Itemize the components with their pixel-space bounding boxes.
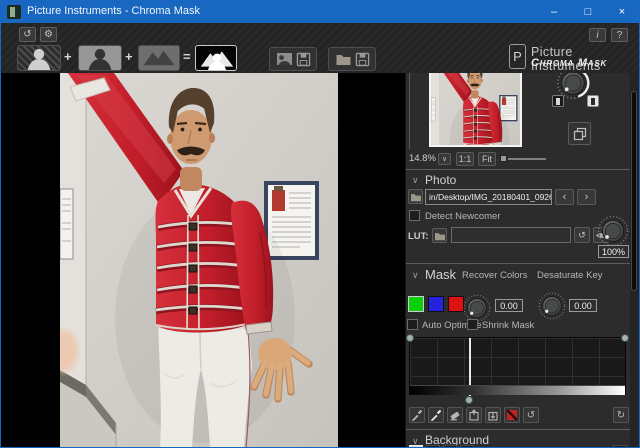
curve-marker-handle[interactable] <box>465 396 473 404</box>
lut-label: LUT: <box>408 231 429 242</box>
divider <box>406 429 630 430</box>
layers-icon <box>573 127 587 141</box>
divider <box>406 263 630 264</box>
mask-store-button[interactable] <box>466 407 482 423</box>
eyedropper-icon <box>411 409 423 421</box>
lut-reset-button[interactable]: ↺ <box>574 227 590 243</box>
curve-handle-right[interactable] <box>621 334 629 342</box>
photo-folder-button[interactable] <box>408 189 423 204</box>
titlebar[interactable]: Picture Instruments - Chroma Mask – □ × <box>1 1 639 23</box>
clear-key-color-button[interactable] <box>504 407 520 423</box>
eraser-icon <box>449 409 461 421</box>
photo-path-field[interactable]: in/Desktop/IMG_20180401_092657.jpg <box>425 189 552 205</box>
photo-collapse-chevron-icon[interactable]: ∨ <box>412 175 419 186</box>
zoom-actual-size-button[interactable]: 1:1 <box>456 152 474 166</box>
mask-view-dark-toggle[interactable] <box>552 95 564 107</box>
zoom-dropdown-button[interactable]: ∨ <box>438 153 451 165</box>
zoom-slider-track[interactable] <box>508 158 546 160</box>
pick-color-eyedropper-button[interactable] <box>409 407 425 423</box>
mask-curve-editor[interactable] <box>409 337 626 395</box>
window-title: Picture Instruments - Chroma Mask <box>27 5 200 17</box>
auto-optimize-checkbox[interactable] <box>407 319 418 330</box>
background-image-icon-button[interactable] <box>138 45 180 71</box>
masked-subject-icon-button[interactable] <box>17 45 61 71</box>
mask-collapse-chevron-icon[interactable]: ∨ <box>412 270 419 281</box>
info-button[interactable]: i <box>589 28 606 42</box>
save-image-button[interactable] <box>269 47 317 71</box>
detect-newcomer-checkbox[interactable] <box>409 210 420 221</box>
navigator-thumbnail[interactable] <box>429 73 522 147</box>
maximize-button[interactable]: □ <box>571 1 605 23</box>
lut-folder-button[interactable] <box>432 228 447 243</box>
key-color-green-swatch[interactable] <box>408 296 424 312</box>
preview-edge-line <box>409 73 410 149</box>
light-toggle-glyph <box>591 98 595 105</box>
thumbnail-image <box>431 73 522 147</box>
app-icon <box>7 5 21 19</box>
batch-save-button[interactable] <box>328 47 376 71</box>
recover-colors-label: Recover Colors <box>462 270 527 281</box>
zoom-fit-button[interactable]: Fit <box>478 152 496 166</box>
logo-mark: P <box>509 44 526 69</box>
luminance-gradient-strip[interactable] <box>410 385 625 395</box>
reload-mask-button[interactable]: ↻ <box>613 407 629 423</box>
zoom-percent-value: 14.8% <box>409 153 436 164</box>
control-panel: 14.8% ∨ 1:1 Fit ∨ Photo in/Desktop/IMG_2… <box>405 73 639 448</box>
photo-illustration <box>60 73 338 448</box>
image-canvas[interactable] <box>1 73 405 448</box>
dark-toggle-glyph <box>556 98 560 105</box>
photo-of-wax-figure[interactable] <box>60 73 338 448</box>
plus-separator-2: + <box>125 49 133 64</box>
undo-button[interactable]: ↺ <box>19 27 36 42</box>
curve-handle-left[interactable] <box>406 334 414 342</box>
panel-scrollbar-thumb[interactable] <box>631 91 637 291</box>
lut-strength-knob[interactable] <box>596 214 630 248</box>
lut-strength-value[interactable]: 100% <box>598 245 629 258</box>
zoom-slider-handle[interactable] <box>500 155 507 162</box>
composite-result-icon-button[interactable] <box>195 45 237 71</box>
divider <box>406 169 630 170</box>
settings-gear-button[interactable]: ⚙ <box>40 27 57 42</box>
next-photo-button[interactable]: › <box>577 189 596 205</box>
logo-product: Chroma Mask <box>531 57 607 69</box>
desaturate-key-value[interactable]: 0.00 <box>569 299 597 312</box>
eyedropper-plus-icon <box>430 409 442 421</box>
eraser-button[interactable] <box>447 407 463 423</box>
desaturate-key-knob[interactable] <box>537 291 567 321</box>
mask-reset-button[interactable]: ↺ <box>523 407 539 423</box>
photo-section-header[interactable]: Photo <box>425 173 456 187</box>
duplicate-view-button[interactable] <box>568 122 591 145</box>
shrink-mask-checkbox[interactable] <box>467 319 478 330</box>
detect-newcomer-label: Detect Newcomer <box>425 211 501 222</box>
help-button[interactable]: ? <box>611 28 628 42</box>
box-arrow-down-icon <box>487 409 499 421</box>
plus-separator: + <box>64 49 72 64</box>
recover-colors-value[interactable]: 0.00 <box>495 299 523 312</box>
desaturate-key-label: Desaturate Key <box>537 270 602 281</box>
source-photo-icon-button[interactable] <box>78 45 122 71</box>
panel-scrollbar[interactable] <box>630 73 639 448</box>
previous-photo-button[interactable]: ‹ <box>555 189 574 205</box>
mask-section-header[interactable]: Mask <box>425 267 456 282</box>
lut-path-field[interactable] <box>451 227 571 243</box>
close-button[interactable]: × <box>605 1 639 23</box>
minimize-button[interactable]: – <box>537 1 571 23</box>
red-slashed-icon <box>507 410 517 420</box>
add-color-eyedropper-button[interactable] <box>428 407 444 423</box>
shrink-mask-label: Shrink Mask <box>482 320 534 331</box>
equals-separator: = <box>183 49 191 64</box>
mask-recall-button[interactable] <box>485 407 501 423</box>
box-arrow-up-icon <box>468 409 480 421</box>
mask-view-light-toggle[interactable] <box>587 95 599 107</box>
key-color-blue-swatch[interactable] <box>428 296 444 312</box>
app-window: Picture Instruments - Chroma Mask – □ × … <box>0 0 640 448</box>
